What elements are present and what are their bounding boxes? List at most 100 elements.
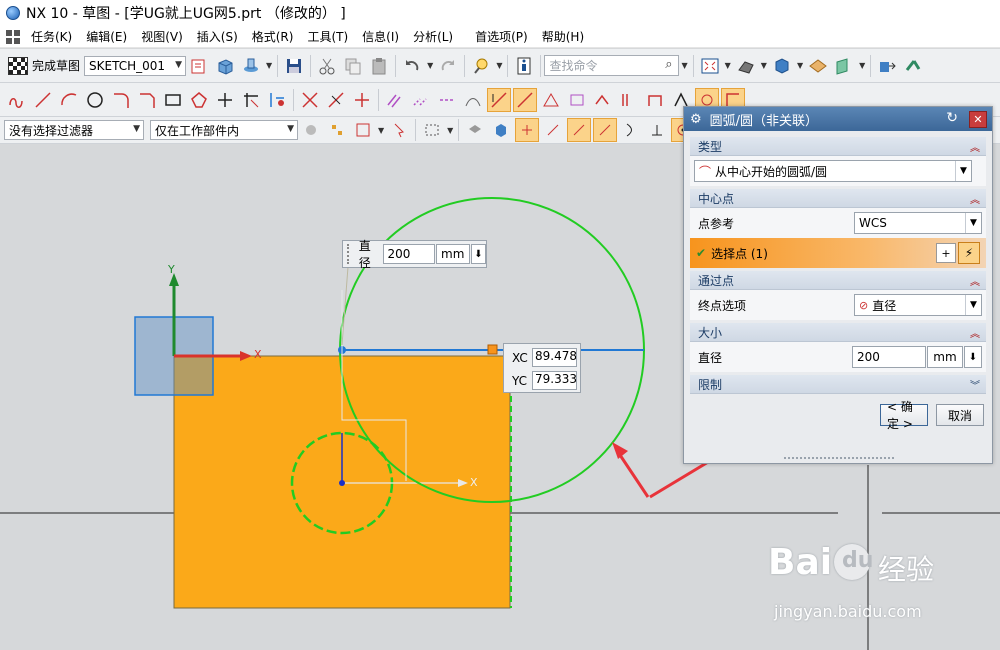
show-constraints-icon[interactable] xyxy=(539,88,563,112)
quick-trim-icon[interactable] xyxy=(298,88,322,112)
drag-handle-icon[interactable] xyxy=(347,244,353,264)
dropdown-arrow-icon[interactable]: ▼ xyxy=(378,126,384,135)
trim-icon[interactable] xyxy=(239,88,263,112)
section-through-header[interactable]: 通过点 ︽ xyxy=(690,271,986,290)
dropdown-arrow-icon[interactable]: ▼ xyxy=(427,61,433,70)
body-select-icon[interactable] xyxy=(489,118,513,142)
fillet-icon[interactable] xyxy=(109,88,133,112)
snap-perpendicular-icon[interactable] xyxy=(645,118,669,142)
profile-icon[interactable] xyxy=(5,88,29,112)
animate-dimension-icon[interactable] xyxy=(565,88,589,112)
render-style-icon[interactable] xyxy=(734,54,758,78)
snap-midpoint-icon[interactable] xyxy=(541,118,565,142)
pattern-curve-icon[interactable] xyxy=(409,88,433,112)
mirror-curve-icon[interactable] xyxy=(435,88,459,112)
fit-view-icon[interactable] xyxy=(698,54,722,78)
info-icon[interactable] xyxy=(512,54,536,78)
section-center-header[interactable]: 中心点 ︽ xyxy=(690,189,986,208)
auto-dimension-icon[interactable] xyxy=(643,88,667,112)
snap-control-icon[interactable] xyxy=(567,118,592,142)
gear-icon[interactable]: ⚙ xyxy=(690,112,702,127)
edit-section-icon[interactable] xyxy=(832,54,856,78)
scope-filter-select[interactable]: 仅在工作部件内 ▼ xyxy=(150,120,298,140)
selection-mode-icon[interactable] xyxy=(351,118,375,142)
dialog-titlebar[interactable]: ⚙ 圆弧/圆（非关联） ↻ ✕ xyxy=(684,107,992,131)
down-arrow-icon[interactable]: ⬇ xyxy=(470,244,487,264)
menu-format[interactable]: 格式(R) xyxy=(245,28,301,45)
type-filter-select[interactable]: 没有选择过滤器 ▼ xyxy=(4,120,144,140)
xc-input[interactable]: 89.478 xyxy=(532,348,577,367)
intersection-point-icon[interactable] xyxy=(461,88,485,112)
down-arrow-icon[interactable]: ⬇ xyxy=(964,346,982,368)
rectangle-icon[interactable] xyxy=(161,88,185,112)
derived-lines-icon[interactable] xyxy=(265,88,289,112)
dropdown-arrow-icon[interactable]: ▼ xyxy=(859,61,865,70)
dropdown-arrow-icon[interactable]: ▼ xyxy=(725,61,731,70)
save-icon[interactable] xyxy=(282,54,306,78)
snap-endpoint-icon[interactable] xyxy=(515,118,540,142)
command-search-input[interactable]: 查找命令 ⌕ xyxy=(544,55,680,76)
menu-insert[interactable]: 插入(S) xyxy=(190,28,245,45)
menu-preferences[interactable]: 首选项(P) xyxy=(468,28,535,45)
filter-settings-icon[interactable] xyxy=(299,118,323,142)
view-orientation-icon[interactable] xyxy=(770,54,794,78)
orient-view-icon[interactable] xyxy=(213,54,237,78)
cut-icon[interactable] xyxy=(315,54,339,78)
snap-intersection-icon[interactable] xyxy=(593,118,618,142)
chamfer-icon[interactable] xyxy=(135,88,159,112)
point-ref-select[interactable]: WCS ▼ xyxy=(854,212,982,234)
section-limits-header[interactable]: 限制 ︾ xyxy=(690,375,986,394)
convert-reference-icon[interactable] xyxy=(591,88,615,112)
type-select[interactable]: ⌒ 从中心开始的圆弧/圆 ▼ xyxy=(694,160,972,182)
redo-icon[interactable] xyxy=(436,54,460,78)
menu-task[interactable]: 任务(K) xyxy=(24,28,79,45)
reset-icon[interactable]: ↻ xyxy=(946,110,958,126)
section-size-header[interactable]: 大小 ︽ xyxy=(690,323,986,342)
dropdown-arrow-icon[interactable]: ▼ xyxy=(266,61,272,70)
alternate-solution-icon[interactable] xyxy=(617,88,641,112)
finish-sketch-button[interactable]: 完成草图 xyxy=(8,56,80,75)
menu-tools[interactable]: 工具(T) xyxy=(300,28,355,45)
line-icon[interactable] xyxy=(31,88,55,112)
ok-button[interactable]: < 确定 > xyxy=(880,400,928,431)
yc-input[interactable]: 79.333 xyxy=(532,371,577,390)
menu-edit[interactable]: 编辑(E) xyxy=(79,28,134,45)
point-dialog-icon[interactable]: + xyxy=(936,243,956,263)
move-component-icon[interactable] xyxy=(875,54,899,78)
close-button[interactable]: ✕ xyxy=(969,111,987,128)
rapid-dimension-icon[interactable] xyxy=(487,87,511,112)
arc-icon[interactable] xyxy=(57,88,81,112)
polygon-icon[interactable] xyxy=(187,88,211,112)
sketch-view-icon[interactable] xyxy=(187,54,211,78)
inferred-point-icon[interactable]: ⚡ xyxy=(958,242,980,264)
menu-help[interactable]: 帮助(H) xyxy=(535,28,591,45)
menu-grip-icon[interactable] xyxy=(6,29,20,44)
snap-tangent-icon[interactable] xyxy=(619,118,643,142)
make-corner-icon[interactable] xyxy=(350,88,374,112)
copy-icon[interactable] xyxy=(341,54,365,78)
circle-icon[interactable] xyxy=(83,88,107,112)
diameter-input[interactable]: 200 xyxy=(383,244,435,264)
snap-settings-icon[interactable] xyxy=(325,118,349,142)
dropdown-arrow-icon[interactable]: ▼ xyxy=(797,61,803,70)
sketch-name-select[interactable]: SKETCH_001 ▼ xyxy=(84,55,187,76)
paste-icon[interactable] xyxy=(367,54,391,78)
dropdown-arrow-icon[interactable]: ▼ xyxy=(761,61,767,70)
undo-icon[interactable] xyxy=(400,54,424,78)
dropdown-arrow-icon[interactable]: ▼ xyxy=(447,126,453,135)
select-point-row[interactable]: ✔ 选择点 (1) + ⚡ xyxy=(690,238,986,268)
end-option-select[interactable]: ⊘ 直径 ▼ xyxy=(854,294,982,316)
select-all-icon[interactable] xyxy=(387,118,411,142)
section-type-header[interactable]: 类型 ︽ xyxy=(690,137,986,156)
quick-extend-icon[interactable] xyxy=(324,88,348,112)
offset-curve-icon[interactable] xyxy=(383,88,407,112)
dropdown-arrow-icon[interactable]: ▼ xyxy=(681,61,687,70)
menu-view[interactable]: 视图(V) xyxy=(134,28,190,45)
face-select-icon[interactable] xyxy=(463,118,487,142)
geometric-constraint-icon[interactable] xyxy=(513,87,537,112)
cancel-button[interactable]: 取消 xyxy=(936,404,984,426)
command-finder-icon[interactable] xyxy=(469,54,493,78)
rectangle-select-icon[interactable] xyxy=(420,118,444,142)
wave-link-icon[interactable] xyxy=(901,54,925,78)
resize-grip[interactable] xyxy=(784,457,894,461)
